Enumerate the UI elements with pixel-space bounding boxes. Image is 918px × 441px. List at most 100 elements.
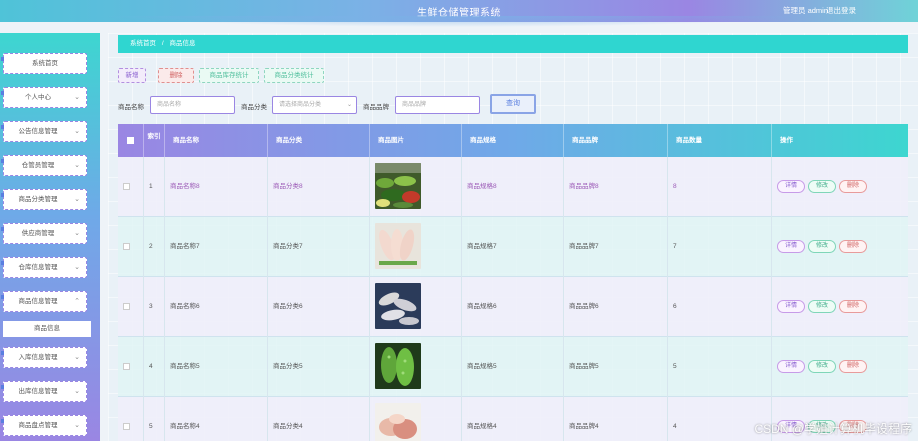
- main-content: 系统首页 / 商品信息 新增 删除 商品库存统计 商品分类统计 商品名称 商品名…: [108, 33, 918, 441]
- sidebar-item-inbound[interactable]: 入库信息管理 ⌄: [1, 347, 87, 368]
- row-select-cell: [118, 337, 144, 397]
- row-actions: 详情 修改 删除: [772, 337, 908, 397]
- sidebar-item-warehouses[interactable]: 仓库信息管理 ⌄: [1, 257, 87, 278]
- sidebar-item-profile[interactable]: 个人中心 ⌄: [1, 87, 87, 108]
- chevron-up-icon: ⌃: [74, 298, 80, 305]
- sidebar-item-notices[interactable]: 公告信息管理 ⌄: [1, 121, 87, 142]
- logout-link[interactable]: 退出登录: [826, 5, 856, 16]
- brand-search-input[interactable]: 商品品牌: [395, 96, 480, 114]
- detail-button[interactable]: 详情: [777, 180, 805, 193]
- search-button[interactable]: 查询: [490, 94, 536, 114]
- category-select-placeholder: 请选择商品分类: [279, 102, 322, 108]
- row-category: 商品分类7: [268, 217, 370, 277]
- row-checkbox[interactable]: [123, 183, 130, 190]
- category-stat-button[interactable]: 商品分类统计: [264, 68, 324, 83]
- row-checkbox[interactable]: [123, 243, 130, 250]
- sidebar-subitem-product-info[interactable]: 商品信息: [3, 321, 91, 337]
- row-name: 商品名称8: [165, 157, 268, 217]
- row-spec: 商品规格4: [462, 397, 564, 441]
- stock-stat-button[interactable]: 商品库存统计: [199, 68, 259, 83]
- detail-button[interactable]: 详情: [777, 300, 805, 313]
- row-image-cell: [370, 277, 462, 337]
- delete-row-button[interactable]: 删除: [839, 360, 867, 373]
- chevron-down-icon: ⌄: [74, 128, 80, 135]
- brand-filter-label: 商品品牌: [363, 104, 389, 111]
- edit-button[interactable]: 修改: [808, 360, 836, 373]
- row-select-cell: [118, 157, 144, 217]
- sidebar-item-label: 仓管员管理: [21, 162, 55, 169]
- chevron-down-icon: ⌄: [74, 196, 80, 203]
- header-quantity: 商品数量: [668, 124, 772, 157]
- row-select-cell: [118, 217, 144, 277]
- name-filter-label: 商品名称: [118, 104, 144, 111]
- row-checkbox[interactable]: [123, 423, 130, 430]
- product-image-pig-trotters: [375, 223, 421, 269]
- category-filter-label: 商品分类: [241, 104, 267, 111]
- delete-button[interactable]: 删除: [158, 68, 194, 83]
- edit-button[interactable]: 修改: [808, 180, 836, 193]
- table-header: 索引 商品名称 商品分类 商品图片 商品规格 商品品牌 商品数量 操作: [118, 124, 908, 157]
- product-image-shrimp: [375, 283, 421, 329]
- sidebar-item-label: 商品盘点管理: [18, 422, 58, 429]
- table-row: 1 商品名称8 商品分类8 商品规格8 商品品牌8 8 详情 修改 删除: [118, 157, 908, 217]
- sidebar-item-suppliers[interactable]: 供应商管理 ⌄: [1, 223, 87, 244]
- row-brand: 商品品牌4: [564, 397, 668, 441]
- product-image-bitter-melon: [375, 343, 421, 389]
- row-image-cell: [370, 217, 462, 277]
- row-image-cell: [370, 397, 462, 441]
- chevron-down-icon: ⌄: [346, 102, 352, 108]
- row-name: 商品名称5: [165, 337, 268, 397]
- edit-button[interactable]: 修改: [808, 300, 836, 313]
- sidebar-item-keepers[interactable]: 仓管员管理 ⌄: [1, 155, 87, 176]
- breadcrumb-home[interactable]: 系统首页: [130, 40, 156, 47]
- breadcrumb-separator: /: [161, 40, 164, 47]
- row-name: 商品名称4: [165, 397, 268, 441]
- row-actions: 详情 修改 删除: [772, 157, 908, 217]
- delete-row-button[interactable]: 删除: [839, 180, 867, 193]
- sidebar-item-label: 商品信息管理: [18, 298, 58, 305]
- detail-button[interactable]: 详情: [777, 360, 805, 373]
- row-quantity: 8: [668, 157, 772, 217]
- category-select[interactable]: 请选择商品分类 ⌄: [272, 96, 357, 114]
- watermark: CSDN @学姐计算机毕设程序: [754, 422, 912, 436]
- sidebar-item-label: 仓库信息管理: [18, 264, 58, 271]
- row-category: 商品分类6: [268, 277, 370, 337]
- sidebar-item-label: 入库信息管理: [18, 354, 58, 361]
- row-checkbox[interactable]: [123, 303, 130, 310]
- sidebar-item-categories[interactable]: 商品分类管理 ⌄: [1, 189, 87, 210]
- row-index: 5: [144, 397, 165, 441]
- row-brand: 商品品牌6: [564, 277, 668, 337]
- row-name: 商品名称6: [165, 277, 268, 337]
- sidebar-item-label: 供应商管理: [21, 230, 55, 237]
- edit-button[interactable]: 修改: [808, 240, 836, 253]
- select-all-cell: [118, 124, 144, 157]
- sidebar-item-outbound[interactable]: 出库信息管理 ⌄: [1, 381, 87, 402]
- select-all-checkbox[interactable]: [127, 137, 134, 144]
- row-image-cell: [370, 157, 462, 217]
- sidebar-item-label: 出库信息管理: [18, 388, 58, 395]
- sidebar-item-inventory[interactable]: 商品盘点管理 ⌄: [1, 415, 87, 436]
- row-category: 商品分类5: [268, 337, 370, 397]
- header-image: 商品图片: [370, 124, 462, 157]
- row-quantity: 6: [668, 277, 772, 337]
- sidebar-item-home[interactable]: 系统首页: [1, 53, 87, 74]
- delete-row-button[interactable]: 删除: [839, 300, 867, 313]
- name-search-input[interactable]: 商品名称: [150, 96, 235, 114]
- row-brand: 商品品牌8: [564, 157, 668, 217]
- row-quantity: 7: [668, 217, 772, 277]
- sidebar-item-products[interactable]: 商品信息管理 ⌃: [1, 291, 87, 312]
- row-index: 3: [144, 277, 165, 337]
- row-actions: 详情 修改 删除: [772, 217, 908, 277]
- detail-button[interactable]: 详情: [777, 240, 805, 253]
- sidebar-item-label: 个人中心: [25, 94, 51, 101]
- add-button[interactable]: 新增: [118, 68, 146, 83]
- chevron-down-icon: ⌄: [74, 354, 80, 361]
- row-select-cell: [118, 397, 144, 441]
- sidebar-item-label: 商品分类管理: [18, 196, 58, 203]
- delete-row-button[interactable]: 删除: [839, 240, 867, 253]
- row-checkbox[interactable]: [123, 363, 130, 370]
- header-decoration: [0, 16, 918, 30]
- header-spec: 商品规格: [462, 124, 564, 157]
- row-spec: 商品规格5: [462, 337, 564, 397]
- chevron-down-icon: ⌄: [74, 388, 80, 395]
